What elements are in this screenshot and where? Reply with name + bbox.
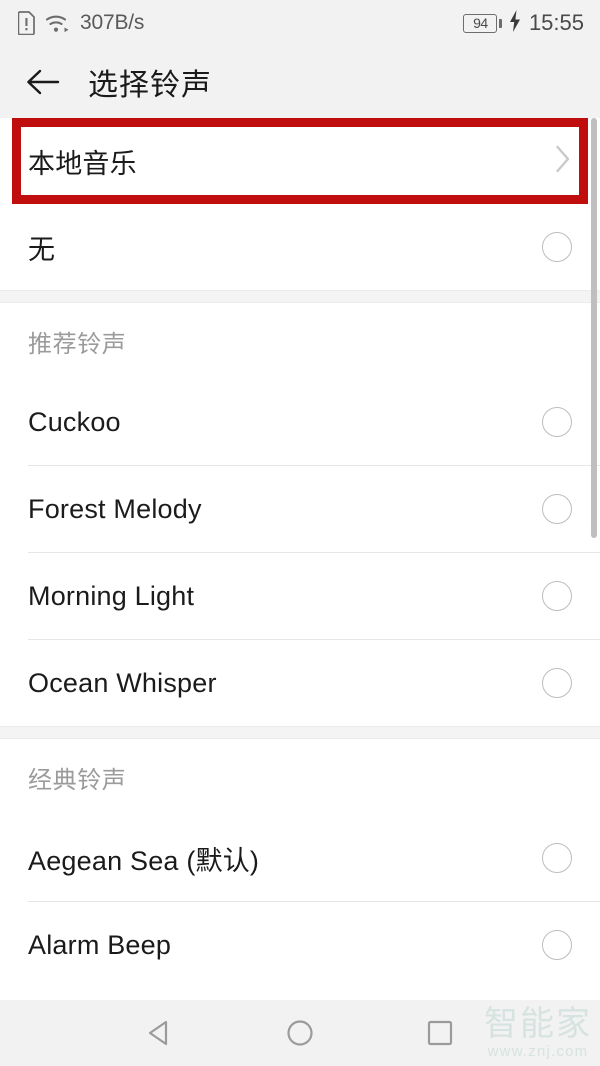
list-item-morning-light[interactable]: Morning Light [0, 553, 600, 639]
network-speed-text: 307B/s [80, 11, 145, 34]
radio-button[interactable] [542, 843, 572, 873]
page-title: 选择铃声 [88, 69, 212, 102]
nav-home-circle-icon[interactable] [270, 1003, 330, 1063]
radio-button[interactable] [542, 581, 572, 611]
list-item-none[interactable]: 无 [0, 204, 600, 290]
radio-button[interactable] [542, 232, 572, 262]
section-gap [0, 726, 600, 739]
list-item-aegean-sea[interactable]: Aegean Sea (默认) [0, 815, 600, 901]
list-item-label: 无 [28, 234, 56, 265]
battery-level-text: 94 [463, 13, 498, 33]
wifi-icon [45, 12, 71, 34]
section-gap [0, 290, 600, 303]
status-bar-left: 307B/s [18, 11, 144, 35]
radio-button[interactable] [542, 494, 572, 524]
battery-cap [498, 18, 502, 28]
section-header-label: 推荐铃声 [28, 330, 127, 358]
back-arrow-icon[interactable] [26, 67, 60, 97]
list-item-label: Morning Light [28, 580, 195, 611]
list-item-forest-melody[interactable]: Forest Melody [0, 466, 600, 552]
lightning-bolt-icon [509, 9, 521, 37]
sim-alert-icon [18, 11, 36, 35]
list-item-cuckoo[interactable]: Cuckoo [0, 379, 600, 465]
phone-screen: 307B/s 94 15:55 选择铃声 本地音乐 无 推荐铃声 Cuckoo … [0, 0, 600, 1066]
radio-button[interactable] [542, 407, 572, 437]
section-header-label: 经典铃声 [28, 766, 127, 794]
list-item-label: Forest Melody [28, 493, 202, 524]
list-item-label: Aegean Sea (默认) [28, 845, 260, 876]
list-item-label: Alarm Beep [28, 929, 172, 960]
status-bar-right: 94 15:55 [463, 9, 584, 37]
ringtone-list[interactable]: 本地音乐 无 推荐铃声 Cuckoo Forest Melody Morning… [0, 118, 600, 1000]
chevron-right-icon [555, 144, 572, 179]
vertical-scrollbar[interactable] [591, 118, 597, 538]
section-header-recommended: 推荐铃声 [0, 303, 600, 379]
list-item-label: Ocean Whisper [28, 667, 217, 698]
list-item-label: 本地音乐 [28, 148, 137, 179]
app-bar: 选择铃声 [0, 46, 600, 118]
radio-button[interactable] [542, 930, 572, 960]
local-music-wrapper: 本地音乐 [0, 118, 600, 204]
nav-back-triangle-icon[interactable] [130, 1003, 190, 1063]
battery-icon: 94 [463, 13, 502, 33]
list-item-local-music[interactable]: 本地音乐 [0, 118, 600, 204]
section-header-classic: 经典铃声 [0, 739, 600, 815]
list-item-ocean-whisper[interactable]: Ocean Whisper [0, 640, 600, 726]
radio-button[interactable] [542, 668, 572, 698]
list-item-label: Cuckoo [28, 406, 121, 437]
list-item-alarm-beep[interactable]: Alarm Beep [0, 902, 600, 988]
navigation-bar [0, 1000, 600, 1066]
status-bar: 307B/s 94 15:55 [0, 0, 600, 46]
nav-recents-square-icon[interactable] [410, 1003, 470, 1063]
clock-text: 15:55 [528, 10, 584, 35]
